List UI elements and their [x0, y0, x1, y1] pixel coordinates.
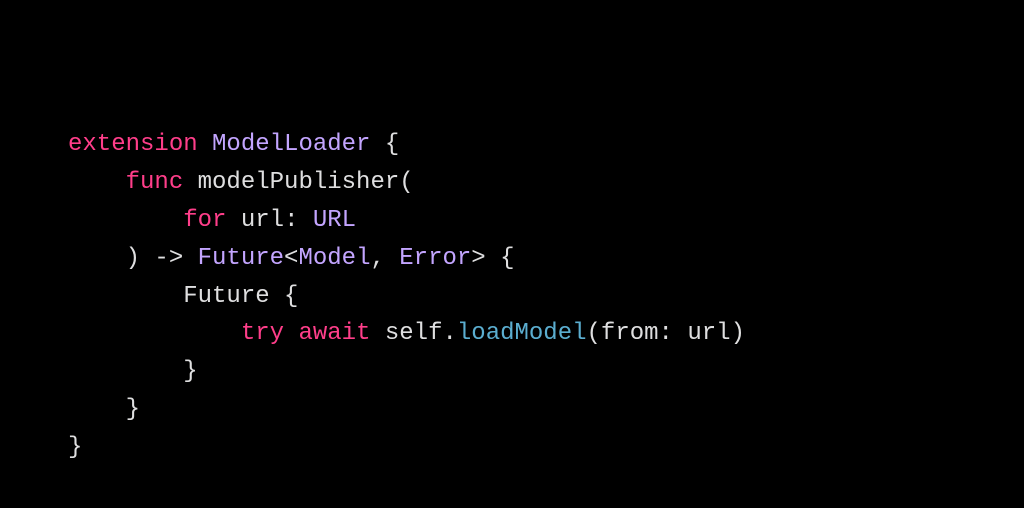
keyword-func: func — [126, 169, 184, 196]
ref-future: Future — [183, 283, 269, 310]
comma: , — [370, 245, 399, 272]
dot: . — [442, 320, 456, 347]
paren-open: ( — [399, 169, 413, 196]
arrow: -> — [140, 245, 198, 272]
func-modelpublisher: modelPublisher — [198, 169, 400, 196]
type-model: Model — [298, 245, 370, 272]
space — [226, 207, 240, 234]
indent — [68, 320, 241, 347]
keyword-try: try — [241, 320, 284, 347]
indent — [68, 207, 183, 234]
brace-open: { — [486, 245, 515, 272]
type-future: Future — [198, 245, 284, 272]
indent — [68, 358, 183, 385]
brace-close: } — [126, 396, 140, 423]
code-block: extension ModelLoader { func modelPublis… — [0, 0, 1024, 467]
type-error: Error — [399, 245, 471, 272]
space — [284, 320, 298, 347]
indent — [68, 245, 126, 272]
space — [183, 169, 197, 196]
keyword-extension: extension — [68, 131, 198, 158]
type-url: URL — [313, 207, 356, 234]
angle-close: > — [471, 245, 485, 272]
colon: : — [284, 207, 313, 234]
type-modelloader: ModelLoader — [212, 131, 370, 158]
brace-open: { — [370, 131, 399, 158]
brace-close: } — [68, 434, 82, 461]
call-loadmodel: loadModel — [457, 320, 587, 347]
space — [370, 320, 384, 347]
keyword-for: for — [183, 207, 226, 234]
indent — [68, 169, 126, 196]
brace-close: } — [183, 358, 197, 385]
indent — [68, 396, 126, 423]
ref-url: url — [687, 320, 730, 347]
colon: : — [659, 320, 688, 347]
paren-close: ) — [126, 245, 140, 272]
arglabel-from: from — [601, 320, 659, 347]
keyword-await: await — [298, 320, 370, 347]
angle-open: < — [284, 245, 298, 272]
brace-open: { — [270, 283, 299, 310]
ref-self: self — [385, 320, 443, 347]
indent — [68, 283, 183, 310]
space — [198, 131, 212, 158]
paren-close: ) — [731, 320, 745, 347]
param-url: url — [241, 207, 284, 234]
paren-open: ( — [587, 320, 601, 347]
